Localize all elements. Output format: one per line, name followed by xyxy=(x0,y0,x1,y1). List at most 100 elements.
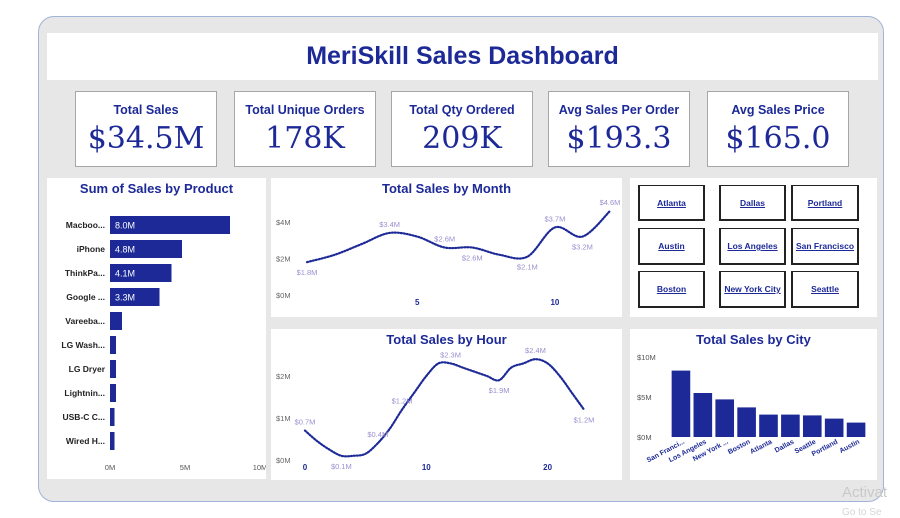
city-bar xyxy=(737,407,756,437)
city-category-label: Austin xyxy=(838,439,861,455)
chart-title: Total Sales by City xyxy=(696,332,811,347)
x-tick-label: 5 xyxy=(415,298,420,307)
product-bar xyxy=(110,360,116,378)
sales-by-city-chart: $0M $5M $10M San Franci... Los Angeles New Yo… xyxy=(630,329,877,480)
y-tick-label: $0M xyxy=(276,456,291,465)
series-data-label: $0.7M xyxy=(295,418,316,427)
product-category-label: Wired H... xyxy=(66,436,105,446)
slicer-item-label: Dallas xyxy=(739,197,766,208)
city-bar xyxy=(846,422,866,437)
product-category-label: LG Wash... xyxy=(61,340,105,350)
kpi-label: Avg Sales Per Order xyxy=(558,103,680,117)
product-category-label: Macboo... xyxy=(66,220,105,230)
product-bar-data-label: 3.3M xyxy=(115,293,135,303)
kpi-value: $193.3 xyxy=(566,121,672,156)
title-bar: MeriSkill Sales Dashboard xyxy=(47,33,878,80)
chart-title: Sum of Sales by Product xyxy=(79,181,234,196)
series-data-label: $2.6M xyxy=(462,254,483,263)
city-y-tick-label: $0M xyxy=(637,433,652,442)
product-category-label: USB-C C... xyxy=(63,412,106,422)
product-category-label: ThinkPa... xyxy=(65,268,105,278)
slicer-item-label: Seattle xyxy=(811,284,839,294)
y-tick-label: $2M xyxy=(276,254,291,263)
product-bar xyxy=(110,432,115,450)
slicer-item-seattle[interactable]: Seattle xyxy=(791,271,859,308)
series-data-label: $0.1M xyxy=(331,462,352,471)
x-tick-label: 10 xyxy=(422,463,431,472)
series-data-label: $2.4M xyxy=(525,346,546,355)
city-category-label: Dallas xyxy=(774,439,796,455)
y-tick-label: $0M xyxy=(276,291,291,300)
kpi-card-unique-orders: Total Unique Orders 178K xyxy=(234,91,376,167)
sales-by-month-svg: $0M $2M $4M 5 10 $1.8M $3.4M $2.6M $2.6M $2.1M $3.… xyxy=(276,198,621,307)
sales-by-hour-svg: $0M $1M $2M 0 10 20 $0.7M $0.1M $0.4M $1.2M $2.3M $… xyxy=(276,346,595,472)
kpi-card-qty-ordered: Total Qty Ordered 209K xyxy=(391,91,533,167)
city-bar xyxy=(802,415,822,437)
product-bar-data-label: 4.8M xyxy=(115,245,135,255)
city-bar xyxy=(759,414,778,437)
slicer-item-boston[interactable]: Boston xyxy=(638,271,705,308)
city-category-label: Atlanta xyxy=(749,439,773,456)
slicer-item-san-francisco[interactable]: San Francisco xyxy=(791,228,859,265)
sales-by-month-chart: $0M $2M $4M 5 10 $1.8M $3.4M $2.6M $2.6M $2.1M $3.… xyxy=(271,178,622,317)
slicer-item-dallas[interactable]: Dallas xyxy=(719,185,786,221)
product-category-label: Lightnin... xyxy=(64,388,105,398)
sales-by-hour-chart: $0M $1M $2M 0 10 20 $0.7M $0.1M $0.4M $1.2M $2.3M $… xyxy=(271,329,622,480)
city-bar xyxy=(693,393,713,437)
sales-by-city-svg: $0M$5M$10MSan Franci...Los AngelesNew Yo… xyxy=(637,353,866,464)
kpi-card-avg-sales-per-order: Avg Sales Per Order $193.3 xyxy=(548,91,690,167)
y-tick-label: $2M xyxy=(276,372,291,381)
x-tick-label: 10 xyxy=(550,298,559,307)
sales-by-product-chart: Macboo... 8.0M iPhone 4.8M ThinkPa... 4.1M Goo… xyxy=(47,178,266,479)
slicer-item-new-york-city[interactable]: New York City xyxy=(719,271,786,308)
slicer-item-label: Boston xyxy=(656,284,687,294)
product-category-label: LG Dryer xyxy=(69,364,106,374)
city-y-tick-label: $5M xyxy=(637,393,652,402)
city-bar xyxy=(671,370,691,437)
slicer-item-atlanta[interactable]: Atlanta xyxy=(638,185,705,221)
product-x-tick-label: 0M xyxy=(105,463,115,472)
city-y-tick-label: $10M xyxy=(637,353,656,362)
kpi-label: Total Unique Orders xyxy=(245,103,365,117)
series-data-label: $3.4M xyxy=(379,220,400,229)
product-category-label: Vareeba... xyxy=(65,316,105,326)
product-category-label: iPhone xyxy=(77,244,106,254)
activation-watermark-sub: Go to Se xyxy=(842,507,882,518)
kpi-value: $34.5M xyxy=(87,121,205,156)
slicer-item-los-angeles[interactable]: Los Angeles xyxy=(719,228,786,265)
x-tick-label: 0 xyxy=(303,463,308,472)
series-data-label: $2.1M xyxy=(517,263,538,272)
slicer-item-label: Los Angeles xyxy=(727,241,778,251)
product-bar xyxy=(110,384,116,402)
slicer-item-label: San Francisco xyxy=(795,241,855,251)
series-data-label: $1.9M xyxy=(489,386,510,395)
city-bar xyxy=(715,399,735,437)
product-bar xyxy=(110,336,116,354)
series-data-label: $2.6M xyxy=(434,235,455,244)
product-category-label: Google ... xyxy=(66,292,105,302)
product-bar-data-label: 8.0M xyxy=(115,221,135,231)
city-bar xyxy=(824,418,844,437)
series-data-label: $1.2M xyxy=(574,416,595,425)
city-bar xyxy=(781,414,800,437)
product-bar xyxy=(110,312,122,330)
y-tick-label: $4M xyxy=(276,218,291,227)
series-data-label: $1.8M xyxy=(297,268,318,277)
series-data-label: $0.4M xyxy=(367,430,388,439)
slicer-item-label: Austin xyxy=(658,241,685,251)
chart-title: Total Sales by Hour xyxy=(386,332,507,347)
product-bar xyxy=(110,408,115,426)
series-line xyxy=(303,358,586,458)
slicer-item-portland[interactable]: Portland xyxy=(791,185,859,221)
sales-by-product-svg: Macboo... 8.0M iPhone 4.8M ThinkPa... 4.1M Goo… xyxy=(61,216,266,472)
city-category-label: Boston xyxy=(727,439,752,456)
series-data-label: $1.2M xyxy=(392,397,413,406)
slicer-item-label: Portland xyxy=(807,197,843,208)
kpi-label: Total Qty Ordered xyxy=(409,103,515,117)
chart-title: Total Sales by Month xyxy=(381,181,512,196)
slicer-item-austin[interactable]: Austin xyxy=(638,228,705,265)
kpi-value: 209K xyxy=(422,121,502,156)
series-data-label: $4.6M xyxy=(600,198,621,207)
kpi-card-avg-sales-price: Avg Sales Price $165.0 xyxy=(707,91,849,167)
kpi-value: $165.0 xyxy=(725,121,831,156)
